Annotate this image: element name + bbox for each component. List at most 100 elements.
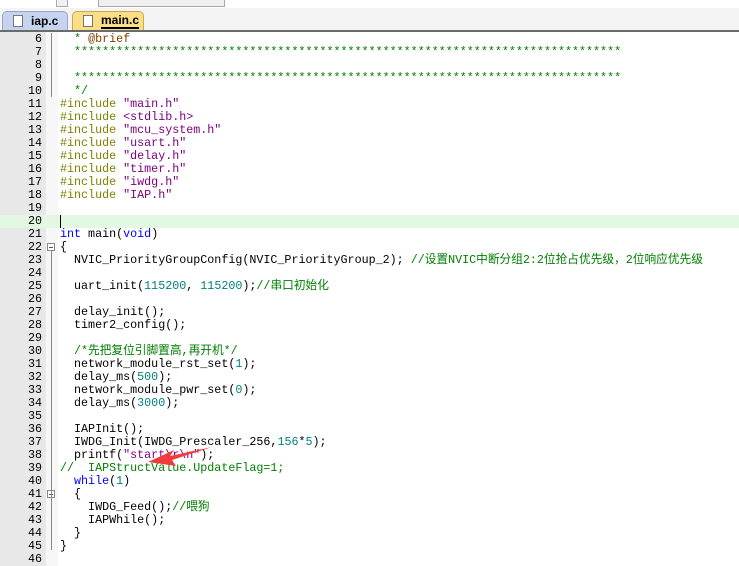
code-token: "main.h" (123, 97, 180, 111)
code-token: network_module_rst_set( (60, 357, 236, 371)
code-line[interactable]: 23 NVIC_PriorityGroupConfig(NVIC_Priorit… (0, 254, 739, 267)
code-token: 115200 (144, 279, 187, 293)
code-token: 5 (305, 435, 313, 449)
code-line[interactable]: 9 **************************************… (0, 72, 739, 85)
code-token: "mcu_system.h" (123, 123, 222, 137)
code-line[interactable]: 34 delay_ms(3000); (0, 397, 739, 410)
code-token: ); (165, 396, 180, 410)
file-icon (13, 15, 23, 27)
code-token: "iwdg.h" (123, 175, 180, 189)
code-line[interactable]: 19 (0, 202, 739, 215)
code-token: delay_ms( (60, 370, 138, 384)
code-line[interactable]: 44 } (0, 527, 739, 540)
code-text: delay_ms(3000); (60, 397, 179, 410)
code-token: /*先把复位引脚置高,再开机*/ (60, 344, 238, 358)
code-text: ****************************************… (60, 46, 621, 59)
code-line[interactable]: 43 IAPWhile(); (0, 514, 739, 527)
code-token: } (60, 526, 82, 540)
code-text: uart_init(115200, 115200);//串口初始化 (60, 280, 329, 293)
code-token: 115200 (200, 279, 243, 293)
code-line[interactable]: 40 while(1) (0, 475, 739, 488)
code-token: ) (123, 474, 131, 488)
code-token: "usart.h" (123, 136, 187, 150)
code-line[interactable]: 45} (0, 540, 739, 553)
code-token: <stdlib.h> (123, 110, 194, 124)
code-token: delay_ms( (60, 396, 138, 410)
code-token: //喂狗 (172, 500, 210, 514)
code-token: int (60, 227, 82, 241)
toolbar-segment (56, 0, 68, 7)
code-token: #include (60, 188, 124, 202)
code-token: #include (60, 97, 124, 111)
code-token: while (74, 474, 110, 488)
code-token: main( (81, 227, 124, 241)
code-token: //设置NVIC中断分组2:2位抢占优先级，2位响应优先级 (410, 253, 703, 267)
code-line[interactable]: 28 timer2_config(); (0, 319, 739, 332)
tab-iap-c[interactable]: iap.c (2, 11, 68, 30)
code-token: ****************************************… (60, 71, 622, 85)
line-number: 46 (27, 552, 42, 566)
code-token: delay_init(); (60, 305, 166, 319)
code-token: "delay.h" (123, 149, 187, 163)
code-text: int main(void) (60, 228, 158, 241)
code-line[interactable]: 46 (0, 553, 739, 566)
fold-line (51, 33, 52, 97)
code-token: network_module_pwr_set( (60, 383, 236, 397)
code-token: IWDG_Feed(); (60, 500, 173, 514)
code-text: ****************************************… (60, 72, 621, 85)
code-token: void (123, 227, 152, 241)
code-token: printf( (60, 448, 124, 462)
code-token: //串口初始化 (256, 279, 329, 293)
editor-tab-bar: iap.c main.c (0, 8, 739, 32)
code-token: "timer.h" (123, 162, 187, 176)
code-token: */ (60, 84, 89, 98)
code-token: IAPInit(); (60, 422, 145, 436)
code-token: 156 (277, 435, 299, 449)
code-token: { (60, 240, 68, 254)
code-token: ****************************************… (60, 45, 622, 59)
code-line[interactable]: 25 uart_init(115200, 115200);//串口初始化 (0, 280, 739, 293)
code-line[interactable]: 18 #include "IAP.h" (0, 189, 739, 202)
code-token: 3000 (137, 396, 166, 410)
code-token: 500 (137, 370, 159, 384)
code-text: NVIC_PriorityGroupConfig(NVIC_PriorityGr… (60, 254, 703, 267)
code-token: #include (60, 123, 124, 137)
tab-label: main.c (101, 13, 140, 29)
code-token: NVIC_PriorityGroupConfig(NVIC_PriorityGr… (60, 253, 411, 267)
code-text: #include "IAP.h" (60, 189, 172, 202)
code-token: uart_init( (60, 279, 145, 293)
code-token: timer2_config(); (60, 318, 187, 332)
code-line[interactable]: 7 **************************************… (0, 46, 739, 59)
code-token: @brief (88, 32, 131, 46)
code-token: * (298, 435, 306, 449)
toolbar-segment (98, 0, 225, 7)
fold-line (51, 250, 52, 550)
code-line[interactable]: 21 int main(void) (0, 228, 739, 241)
code-token: * (74, 32, 89, 46)
code-text: } (60, 540, 67, 553)
code-token: "IAP.h" (123, 188, 173, 202)
code-token: ); (158, 370, 173, 384)
red-arrow-annotation (148, 447, 212, 466)
code-token: #include (60, 149, 124, 163)
code-token: ); (242, 383, 257, 397)
code-token: IAPWhile(); (60, 513, 166, 527)
code-token: { (60, 487, 82, 501)
code-token: #include (60, 162, 124, 176)
code-area[interactable]: 6 * @brief 7 ****************************… (0, 33, 739, 566)
code-text: timer2_config(); (60, 319, 186, 332)
code-token: #include (60, 110, 124, 124)
code-token: ); (242, 279, 257, 293)
file-icon (83, 15, 93, 27)
code-token: , (186, 279, 201, 293)
code-token: ); (312, 435, 327, 449)
code-token: } (60, 539, 68, 553)
tab-main-c[interactable]: main.c (72, 11, 144, 30)
code-token: ); (242, 357, 257, 371)
tab-label: iap.c (31, 14, 59, 28)
code-token: #include (60, 136, 124, 150)
code-token: #include (60, 175, 124, 189)
code-editor[interactable]: 6 * @brief 7 ****************************… (0, 32, 739, 566)
